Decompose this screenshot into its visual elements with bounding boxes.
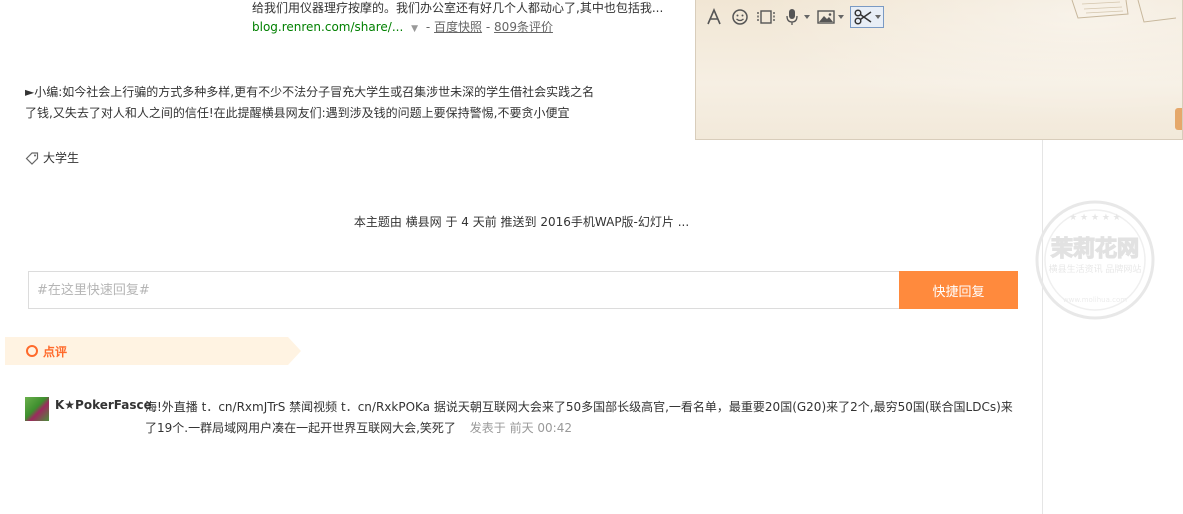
editor-note-line: ►小编:如今社会上行骗的方式多种多样,更有不少不法分子冒充大学生或召集涉世未深的…	[25, 85, 595, 99]
caret-down-icon[interactable]	[875, 15, 881, 19]
watermark-title: 茉莉花网	[1051, 236, 1139, 262]
avatar[interactable]	[25, 397, 49, 421]
editor-note-line: 了钱,又失去了对人和人之间的信任!在此提醒横县网友们:遇到涉及钱的问题上要保持警…	[25, 106, 570, 120]
quick-reply-button[interactable]: 快捷回复	[899, 271, 1018, 309]
push-info: 本主题由 横县网 于 4 天前 推送到 2016手机WAP版-幻灯片 ...	[353, 215, 690, 229]
comment-body: 海!外直播 t．cn/RxmJTrS 禁闻视频 t．cn/RxkPOKa 据说天…	[145, 400, 1013, 435]
caret-down-icon[interactable]	[838, 15, 844, 19]
scissors-dropdown[interactable]	[850, 6, 884, 28]
comment-text: 海!外直播 t．cn/RxmJTrS 禁闻视频 t．cn/RxkPOKa 据说天…	[145, 397, 1020, 439]
editor-popup	[695, 0, 1183, 140]
popup-scrollbar[interactable]	[1175, 108, 1182, 130]
quick-reply-input[interactable]	[28, 271, 899, 309]
quick-reply-form: 快捷回复	[28, 271, 1018, 309]
comment-posted: 发表于 前天 00:42	[470, 421, 572, 435]
tag-icon	[25, 151, 39, 165]
search-result-url[interactable]: blog.renren.com/share/...	[252, 20, 403, 34]
microphone-icon[interactable]	[782, 7, 802, 27]
molihua-watermark-logo: ★ ★ ★ ★ ★ 茉莉花网 横县生活资讯 品牌网站 www.molihua.c…	[1035, 200, 1155, 320]
watermark-footer: www.molihua.com	[1063, 296, 1127, 304]
separator: -	[425, 20, 431, 34]
editor-note: ►小编:如今社会上行骗的方式多种多样,更有不少不法分子冒充大学生或召集涉世未深的…	[25, 82, 705, 124]
comments-header: 点评	[5, 337, 301, 365]
tag-row: 大学生	[25, 149, 79, 166]
separator: -	[485, 20, 491, 34]
microphone-dropdown[interactable]	[782, 7, 810, 27]
search-result: 给我们用仪器理疗按摩的。我们办公室还有好几个人都动心了,其中也包括我... bl…	[252, 0, 712, 38]
search-result-meta: blog.renren.com/share/... ▼ - 百度快照 - 809…	[252, 18, 712, 38]
editor-toolbar	[704, 6, 884, 28]
search-result-snippet: 给我们用仪器理疗按摩的。我们办公室还有好几个人都动心了,其中也包括我...	[252, 1, 664, 15]
svg-text:★ ★ ★ ★ ★: ★ ★ ★ ★ ★	[1069, 213, 1121, 223]
font-icon[interactable]	[704, 7, 724, 27]
cache-link[interactable]: 百度快照	[434, 20, 482, 34]
circle-icon	[26, 345, 38, 357]
reviews-link[interactable]: 809条评价	[494, 20, 553, 34]
comments-title: 点评	[43, 345, 68, 359]
media-icon[interactable]	[756, 7, 776, 27]
caret-down-icon[interactable]	[804, 15, 810, 19]
watermark-subtitle: 横县生活资讯 品牌网站	[1049, 263, 1142, 275]
tag-link[interactable]: 大学生	[43, 149, 79, 166]
paper-sketch-decoration	[1071, 0, 1177, 23]
posted-time: 前天 00:42	[509, 421, 572, 435]
emoji-icon[interactable]	[730, 7, 750, 27]
posted-label: 发表于	[469, 421, 506, 435]
image-dropdown[interactable]	[816, 7, 844, 27]
dropdown-arrow-icon[interactable]: ▼	[411, 24, 418, 34]
image-icon[interactable]	[816, 7, 836, 27]
comment-author[interactable]: K★PokerFasce	[55, 398, 152, 412]
scissors-icon[interactable]	[853, 7, 873, 27]
